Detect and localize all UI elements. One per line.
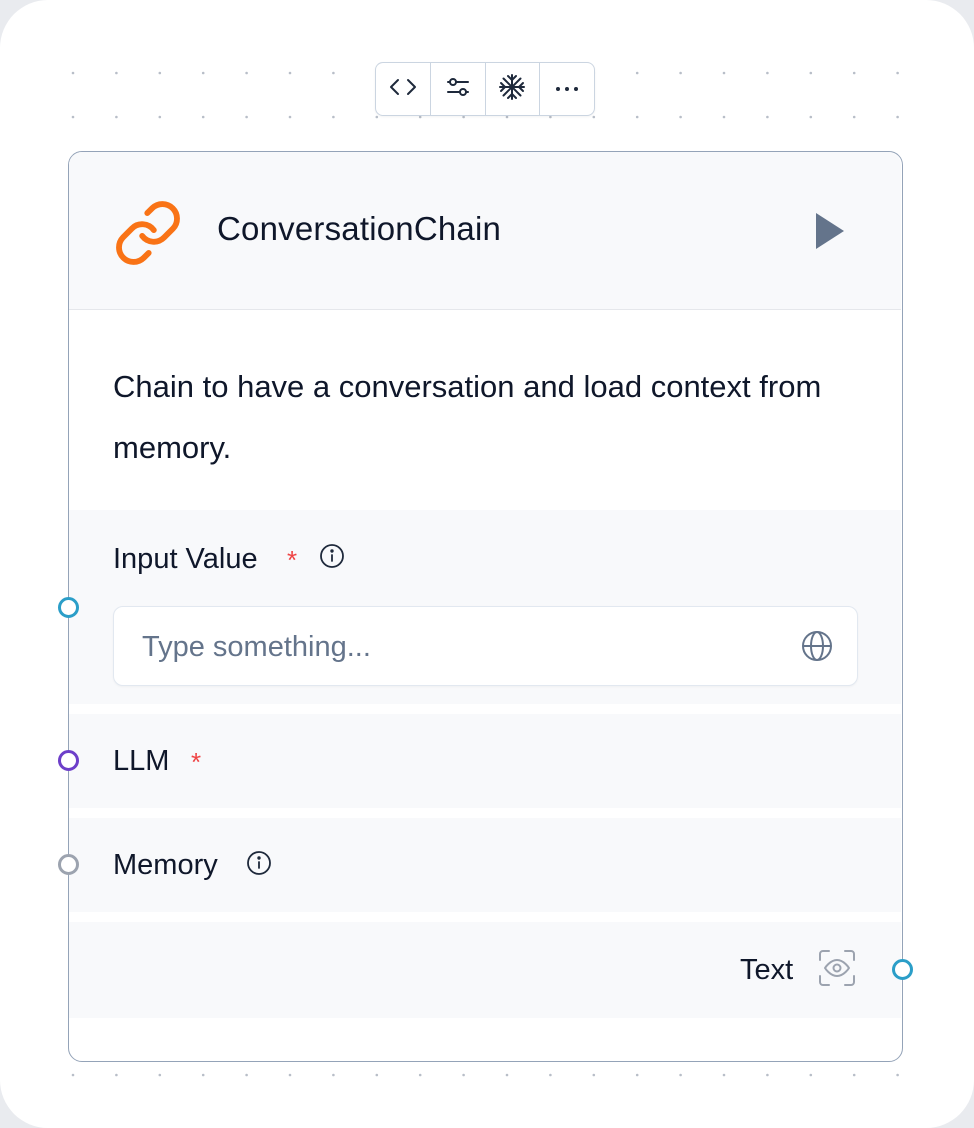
input-value-label: Input Value: [113, 543, 258, 575]
output-section: Text: [69, 922, 901, 1018]
memory-section: Memory: [69, 818, 901, 912]
play-icon: [816, 213, 844, 249]
node-header: ConversationChain: [69, 152, 901, 310]
globe-icon[interactable]: [800, 629, 834, 668]
memory-handle[interactable]: [58, 854, 79, 875]
conversation-chain-node[interactable]: ConversationChain Chain to have a conver…: [68, 151, 903, 1062]
input-value-field[interactable]: [113, 606, 858, 686]
required-marker: *: [191, 747, 202, 777]
memory-label: Memory: [113, 849, 218, 881]
node-title[interactable]: ConversationChain: [217, 210, 501, 248]
more-icon: [554, 80, 580, 98]
input-value-textbox[interactable]: [140, 625, 784, 669]
code-icon: [389, 77, 417, 102]
canvas[interactable]: ConversationChain Chain to have a conver…: [0, 0, 974, 1128]
required-marker: *: [287, 545, 298, 575]
llm-label: LLM: [113, 745, 170, 777]
eye-icon[interactable]: [817, 948, 857, 993]
sliders-icon: [445, 74, 471, 105]
input-value-section: Input Value *: [69, 510, 901, 704]
more-options-button[interactable]: [540, 63, 594, 115]
llm-section: LLM *: [69, 714, 901, 808]
input-value-handle[interactable]: [58, 597, 79, 618]
snowflake-icon: [498, 73, 526, 106]
chain-link-icon: [113, 198, 183, 273]
text-output-handle[interactable]: [892, 959, 913, 980]
advanced-settings-button[interactable]: [431, 63, 486, 115]
node-description[interactable]: Chain to have a conversation and load co…: [113, 356, 863, 478]
run-node-button[interactable]: [811, 209, 847, 258]
info-icon[interactable]: [319, 543, 345, 574]
code-button[interactable]: [376, 63, 431, 115]
output-text-label: Text: [740, 954, 794, 986]
info-icon[interactable]: [246, 850, 272, 881]
freeze-button[interactable]: [486, 63, 541, 115]
llm-handle[interactable]: [58, 750, 79, 771]
node-toolbar: [375, 62, 595, 116]
